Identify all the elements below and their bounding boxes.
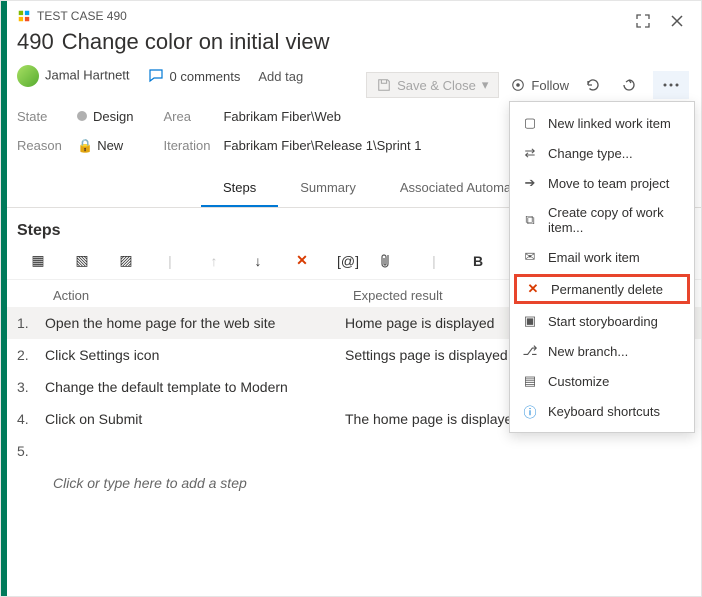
assignee-name: Jamal Hartnett [45, 67, 130, 82]
iteration-value: Fabrikam Fiber\Release 1\Sprint 1 [223, 138, 421, 153]
window-controls [631, 9, 689, 33]
lock-icon: 🔒 [77, 138, 93, 153]
insert-step-icon[interactable]: ▦ [29, 252, 47, 269]
storyboard-icon: ▣ [522, 313, 538, 329]
bold-icon[interactable]: B [469, 253, 487, 269]
iteration-field[interactable]: IterationFabrikam Fiber\Release 1\Sprint… [163, 138, 421, 153]
info-icon: ⓘ [522, 403, 538, 419]
menu-storyboard[interactable]: ▣Start storyboarding [510, 306, 694, 336]
fullscreen-button[interactable] [631, 9, 655, 33]
state-value: Design [93, 109, 133, 124]
branch-icon: ⎇ [522, 343, 538, 359]
insert-param-icon[interactable]: ▨ [117, 252, 135, 269]
insert-shared-icon[interactable]: ▧ [73, 252, 91, 269]
comment-icon [148, 68, 164, 84]
state-label: State [17, 109, 77, 124]
menu-copy-item[interactable]: ⧉Create copy of work item... [510, 198, 694, 242]
menu-shortcuts[interactable]: ⓘKeyboard shortcuts [510, 396, 694, 426]
reason-label: Reason [17, 138, 77, 153]
test-case-icon [17, 9, 31, 23]
title-row: 490 Change color on initial view [17, 29, 685, 55]
reason-field[interactable]: Reason🔒 New [17, 138, 133, 154]
save-label: Save & Close [397, 78, 476, 93]
link-icon: ▢ [522, 115, 538, 131]
tab-steps[interactable]: Steps [201, 170, 278, 207]
add-step-placeholder[interactable]: Click or type here to add a step [1, 467, 701, 499]
action-toolbar: Save & Close ▾ Follow [366, 71, 689, 99]
menu-change-type[interactable]: ⇄Change type... [510, 138, 694, 168]
move-up-icon[interactable]: ↑ [205, 253, 223, 269]
follow-icon [511, 78, 525, 92]
copy-icon: ⧉ [522, 212, 538, 228]
add-tag[interactable]: Add tag [258, 69, 303, 84]
save-icon [377, 78, 391, 92]
col-expected: Expected result [353, 288, 443, 303]
accent-bar [1, 1, 7, 596]
work-item-title[interactable]: Change color on initial view [62, 29, 330, 54]
step-row[interactable]: 5. [1, 435, 701, 467]
iteration-label: Iteration [163, 138, 223, 153]
area-value: Fabrikam Fiber\Web [223, 109, 341, 124]
avatar [17, 65, 39, 87]
change-type-icon: ⇄ [522, 145, 538, 161]
work-item-type-line: TEST CASE 490 [17, 9, 685, 23]
work-item-type-label: TEST CASE 490 [37, 9, 127, 23]
comments-count: 0 comments [170, 69, 241, 84]
area-field[interactable]: AreaFabrikam Fiber\Web [163, 109, 421, 124]
context-menu: ▢New linked work item ⇄Change type... ➔M… [509, 101, 695, 433]
move-icon: ➔ [522, 175, 538, 191]
mention-icon[interactable]: [@] [337, 253, 355, 269]
attach-icon[interactable] [381, 253, 399, 269]
revert-button[interactable] [617, 73, 641, 97]
tab-summary[interactable]: Summary [278, 170, 378, 207]
menu-new-branch[interactable]: ⎇New branch... [510, 336, 694, 366]
divider-icon: | [161, 253, 179, 269]
comments-link[interactable]: 0 comments [148, 68, 241, 84]
divider-icon: | [425, 253, 443, 269]
customize-icon: ▤ [522, 373, 538, 389]
menu-permanently-delete[interactable]: ✕Permanently delete [514, 274, 690, 304]
follow-button[interactable]: Follow [511, 78, 569, 93]
follow-label: Follow [531, 78, 569, 93]
email-icon: ✉ [522, 249, 538, 265]
col-action: Action [53, 288, 353, 303]
close-button[interactable] [665, 9, 689, 33]
state-dot-icon [77, 111, 87, 121]
delete-step-icon[interactable]: ✕ [293, 252, 311, 269]
menu-new-linked[interactable]: ▢New linked work item [510, 108, 694, 138]
work-item-id: 490 [17, 29, 54, 54]
assignee[interactable]: Jamal Hartnett [17, 65, 130, 87]
menu-customize[interactable]: ▤Customize [510, 366, 694, 396]
area-label: Area [163, 109, 223, 124]
delete-icon: ✕ [525, 281, 541, 297]
menu-email[interactable]: ✉Email work item [510, 242, 694, 272]
reason-value: New [97, 138, 123, 153]
refresh-button[interactable] [581, 73, 605, 97]
chevron-down-icon: ▾ [482, 77, 489, 93]
move-down-icon[interactable]: ↓ [249, 253, 267, 269]
state-field[interactable]: State Design [17, 109, 133, 124]
more-actions-button[interactable] [653, 71, 689, 99]
menu-move-project[interactable]: ➔Move to team project [510, 168, 694, 198]
save-close-button[interactable]: Save & Close ▾ [366, 72, 499, 98]
